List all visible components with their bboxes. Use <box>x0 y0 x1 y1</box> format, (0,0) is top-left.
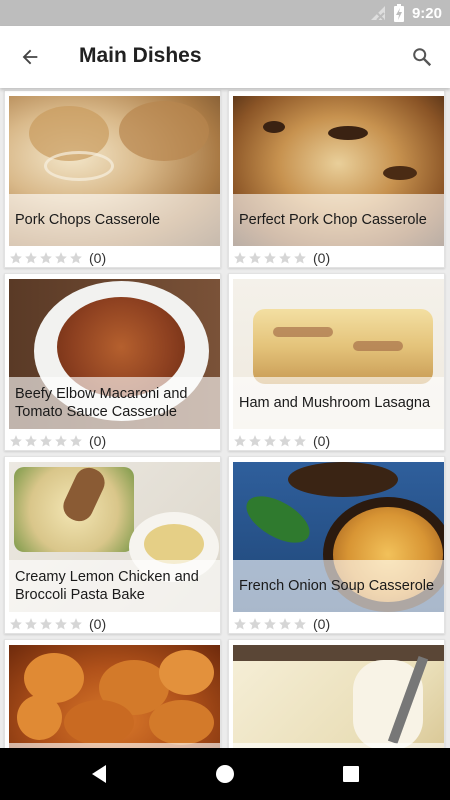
recipe-card[interactable]: French Onion Soup Casserole (0) <box>228 456 445 634</box>
recipe-photo: Beefy Elbow Macaroni and Tomato Sauce Ca… <box>9 279 220 429</box>
rating-stars: (0) <box>233 432 330 450</box>
star-icon <box>70 618 82 630</box>
status-time: 9:20 <box>411 4 442 22</box>
star-icon <box>55 435 67 447</box>
recipe-photo <box>9 645 220 748</box>
recipe-caption: Creamy Lemon Chicken and Broccoli Pasta … <box>9 560 220 612</box>
rating-count: (0) <box>313 616 331 632</box>
star-icon <box>10 618 22 630</box>
star-icon <box>249 252 261 264</box>
recipe-photo: Ham and Mushroom Lasagna <box>233 279 444 429</box>
system-nav-bar <box>0 748 450 800</box>
star-icon <box>25 435 37 447</box>
recipe-photo <box>233 645 444 748</box>
star-icon <box>279 618 291 630</box>
star-icon <box>264 435 276 447</box>
rating-count: (0) <box>89 433 107 449</box>
star-icon <box>40 435 52 447</box>
recipe-photo: Pork Chops Casserole <box>9 96 220 246</box>
recipe-caption: Perfect Pork Chop Casserole <box>233 194 444 246</box>
star-icon <box>249 618 261 630</box>
rating-stars: (0) <box>9 615 106 633</box>
star-icon <box>279 252 291 264</box>
star-icon <box>10 435 22 447</box>
rating-stars: (0) <box>233 615 330 633</box>
recipe-caption: Ham and Mushroom Lasagna <box>233 377 444 429</box>
search-button[interactable] <box>406 41 438 73</box>
recipe-caption: Beefy Elbow Macaroni and Tomato Sauce Ca… <box>9 377 220 429</box>
battery-charging-icon <box>393 4 404 22</box>
star-icon <box>55 618 67 630</box>
back-triangle-icon <box>92 765 106 783</box>
rating-count: (0) <box>89 250 107 266</box>
nav-back-button[interactable] <box>85 760 113 788</box>
rating-count: (0) <box>313 250 331 266</box>
recipe-caption: Pork Chops Casserole <box>9 194 220 246</box>
home-circle-icon <box>216 765 234 783</box>
status-bar: 9:20 <box>0 0 450 26</box>
star-icon <box>234 435 246 447</box>
rating-stars: (0) <box>233 249 330 267</box>
star-icon <box>25 252 37 264</box>
app-bar: Main Dishes <box>0 26 450 88</box>
nav-home-button[interactable] <box>211 760 239 788</box>
rating-stars: (0) <box>9 432 106 450</box>
star-icon <box>70 435 82 447</box>
rating-stars: (0) <box>9 249 106 267</box>
recipe-title: Beefy Elbow Macaroni and Tomato Sauce Ca… <box>15 386 188 420</box>
recipe-card[interactable] <box>228 639 445 748</box>
search-icon <box>413 48 432 67</box>
recipe-card[interactable]: Beefy Elbow Macaroni and Tomato Sauce Ca… <box>4 273 221 451</box>
recipe-photo: French Onion Soup Casserole <box>233 462 444 612</box>
star-icon <box>249 435 261 447</box>
star-icon <box>55 252 67 264</box>
nav-recents-button[interactable] <box>337 760 365 788</box>
recipe-photo: Perfect Pork Chop Casserole <box>233 96 444 246</box>
star-icon <box>264 252 276 264</box>
recipe-card[interactable]: Perfect Pork Chop Casserole (0) <box>228 90 445 268</box>
star-icon <box>10 252 22 264</box>
recents-square-icon <box>343 766 359 782</box>
star-icon <box>70 252 82 264</box>
star-icon <box>279 435 291 447</box>
back-button[interactable] <box>14 43 46 71</box>
recipe-photo: Creamy Lemon Chicken and Broccoli Pasta … <box>9 462 220 612</box>
recipe-title: Creamy Lemon Chicken and Broccoli Pasta … <box>15 569 199 603</box>
page-title: Main Dishes <box>79 44 202 67</box>
rating-count: (0) <box>313 433 331 449</box>
recipe-card[interactable] <box>4 639 221 748</box>
star-icon <box>234 252 246 264</box>
signal-off-icon <box>370 6 385 21</box>
recipe-card[interactable]: Creamy Lemon Chicken and Broccoli Pasta … <box>4 456 221 634</box>
recipe-card[interactable]: Pork Chops Casserole (0) <box>4 90 221 268</box>
star-icon <box>294 252 306 264</box>
status-icons: 9:20 <box>370 3 442 23</box>
recipe-title: Pork Chops Casserole <box>15 212 161 228</box>
star-icon <box>25 618 37 630</box>
recipe-title: Ham and Mushroom Lasagna <box>239 395 431 411</box>
star-icon <box>40 252 52 264</box>
recipe-title: Perfect Pork Chop Casserole <box>239 212 427 228</box>
star-icon <box>294 435 306 447</box>
recipe-grid[interactable]: Pork Chops Casserole (0) Perfect Pork Ch… <box>0 88 450 748</box>
recipe-title: French Onion Soup Casserole <box>239 578 435 594</box>
recipe-caption: French Onion Soup Casserole <box>233 560 444 612</box>
star-icon <box>40 618 52 630</box>
arrow-back-icon <box>22 49 38 65</box>
star-icon <box>294 618 306 630</box>
star-icon <box>234 618 246 630</box>
rating-count: (0) <box>89 616 107 632</box>
recipe-card[interactable]: Ham and Mushroom Lasagna (0) <box>228 273 445 451</box>
star-icon <box>264 618 276 630</box>
